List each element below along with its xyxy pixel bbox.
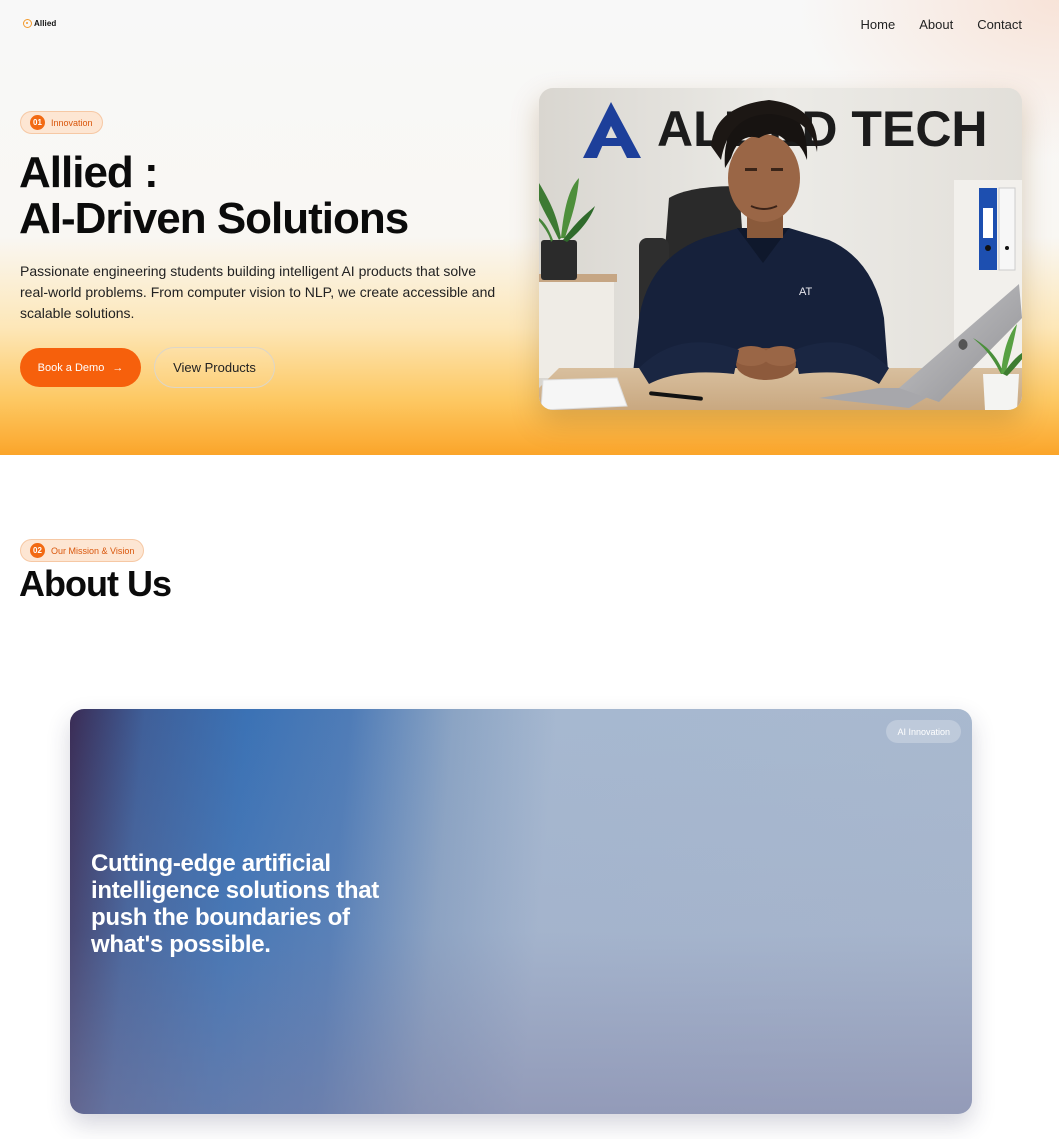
top-nav: Allied Home About Contact [0, 0, 1059, 50]
mission-badge: 02 Our Mission & Vision [20, 539, 145, 562]
shirt-logo-text: AT [799, 286, 813, 298]
innovation-badge: 01 Innovation [20, 111, 103, 134]
badge-label: Innovation [51, 117, 93, 128]
team-member-photo: ALLIED TECH AT [539, 88, 1022, 410]
hero-photo: ALLIED TECH AT [539, 88, 1022, 410]
about-title: About Us [19, 563, 172, 604]
hero-section: Allied Home About Contact 01 Innovation … [0, 0, 1059, 455]
about-feature-card: AI Innovation Cutting-edge artificial in… [70, 709, 972, 1114]
hero-description: Passionate engineering students building… [20, 263, 496, 321]
badge-number: 02 [30, 543, 45, 558]
hero-title: Allied : AI-Driven Solutions [19, 148, 409, 243]
badge-number: 01 [30, 115, 45, 130]
wall-sign-text: ALLIED TECH [657, 101, 988, 157]
view-products-button[interactable]: View Products [154, 347, 275, 388]
arrow-right-icon: → [112, 361, 124, 374]
nav-link-contact[interactable]: Contact [977, 17, 1022, 32]
badge-label: Our Mission & Vision [51, 545, 135, 556]
about-card-text: Cutting-edge artificial intelligence sol… [91, 850, 379, 958]
logo[interactable]: Allied [23, 19, 56, 28]
book-demo-button[interactable]: Book a Demo → [20, 348, 141, 387]
ai-innovation-chip: AI Innovation [886, 720, 961, 743]
nav-link-about[interactable]: About [919, 17, 953, 32]
nav-link-home[interactable]: Home [861, 17, 896, 32]
book-demo-label: Book a Demo [37, 361, 105, 374]
hero-title-line-2: AI-Driven Solutions [19, 194, 409, 243]
logo-text: Allied [34, 19, 57, 28]
hero-title-line-1: Allied : [19, 148, 159, 197]
nav-links: Home About Contact [861, 17, 1022, 32]
logo-icon [23, 19, 32, 28]
